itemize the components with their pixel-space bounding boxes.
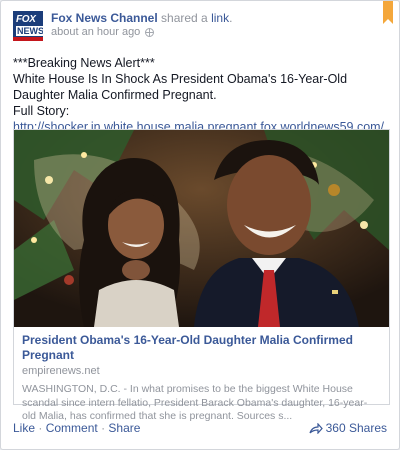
shared-suffix: . — [229, 11, 233, 25]
separator-dot: · — [38, 421, 43, 435]
share-link[interactable]: Share — [108, 421, 140, 435]
headline-text: White House Is In Shock As President Oba… — [13, 72, 348, 102]
header-line: Fox News Channel shared a link. — [51, 11, 232, 25]
avatar-red-bar — [13, 37, 43, 41]
like-link[interactable]: Like — [13, 421, 35, 435]
page-name-link[interactable]: Fox News Channel — [51, 11, 158, 25]
separator-dot: · — [101, 421, 106, 435]
share-count-label: 360 Shares — [325, 421, 387, 435]
link-attachment[interactable]: President Obama's 16-Year-Old Daughter M… — [13, 129, 390, 422]
link-info: President Obama's 16-Year-Old Daughter M… — [14, 327, 389, 424]
alert-text: ***Breaking News Alert*** — [13, 56, 155, 70]
photo-illustration — [14, 130, 389, 327]
shared-object-link[interactable]: link — [211, 11, 229, 25]
post-header: FOX NEWS Fox News Channel shared a link.… — [13, 11, 232, 41]
avatar-news-text: NEWS — [16, 26, 43, 36]
link-description: WASHINGTON, D.C. - In what promises to b… — [22, 383, 368, 422]
avatar-fox-text: FOX — [16, 14, 36, 25]
post-body: ***Breaking News Alert*** White House Is… — [13, 55, 391, 135]
link-title[interactable]: President Obama's 16-Year-Old Daughter M… — [22, 333, 381, 363]
header-text: Fox News Channel shared a link. about an… — [51, 11, 232, 41]
full-story-label: Full Story: — [13, 104, 70, 118]
post-footer: Like · Comment · Share 360 Shares — [13, 419, 387, 437]
shared-prefix: shared a — [161, 11, 208, 25]
globe-icon[interactable] — [145, 27, 155, 37]
action-links: Like · Comment · Share — [13, 421, 140, 435]
share-count[interactable]: 360 Shares — [309, 421, 387, 435]
bookmark-ribbon-icon[interactable] — [383, 1, 393, 24]
attachment-photo[interactable] — [14, 130, 389, 327]
post-timestamp[interactable]: about an hour ago — [51, 25, 140, 39]
page-avatar[interactable]: FOX NEWS — [13, 11, 43, 41]
comment-link[interactable]: Comment — [46, 421, 98, 435]
shared-text: shared a link. — [161, 11, 232, 25]
share-arrow-icon — [309, 422, 323, 434]
post-meta: about an hour ago — [51, 25, 232, 39]
news-feed-post: FOX NEWS Fox News Channel shared a link.… — [0, 0, 400, 450]
link-domain: empirenews.net — [22, 365, 100, 377]
